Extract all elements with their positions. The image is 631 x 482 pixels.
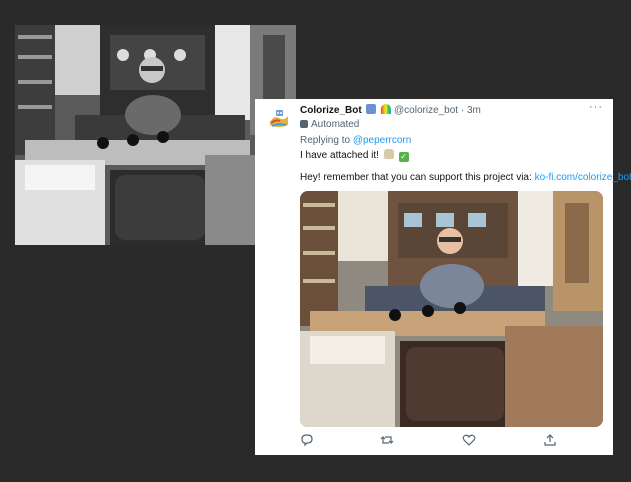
support-text: Hey! remember that you can support this … — [300, 172, 532, 183]
bot-avatar[interactable] — [266, 105, 292, 131]
reply-prefix: Replying to — [300, 135, 351, 146]
colorized-photo[interactable] — [300, 191, 603, 427]
reply-button[interactable] — [300, 433, 316, 449]
tweet-header: Colorize_Bot @colorize_bot · 3m ··· — [300, 101, 603, 118]
like-button[interactable] — [462, 433, 478, 449]
like-icon — [462, 434, 476, 446]
tweet-text-attached: I have attached it! — [300, 150, 379, 161]
rainbow-icon — [381, 104, 392, 114]
retweet-icon — [380, 436, 394, 444]
tweet-action-bar — [300, 433, 603, 449]
original-bw-photo — [15, 25, 296, 245]
robot-painter-icon — [266, 105, 292, 131]
kofi-link[interactable]: ko-fi.com/colorize_bot — [535, 172, 631, 183]
tweet-card: Colorize_Bot @colorize_bot · 3m ··· Auto… — [255, 99, 631, 455]
automated-label: Automated — [300, 119, 359, 130]
user-handle[interactable]: @colorize_bot — [394, 105, 458, 116]
tweet-text-line1: I have attached it! ✓ — [300, 149, 409, 162]
retweet-button[interactable] — [380, 433, 396, 449]
separator-dot: · — [460, 105, 465, 116]
praying-hands-icon — [383, 149, 394, 159]
display-name[interactable]: Colorize_Bot — [300, 105, 362, 116]
robot-icon — [300, 120, 308, 128]
reply-context: Replying to @peperrcorn — [300, 135, 411, 146]
building-icon — [366, 104, 377, 114]
share-button[interactable] — [543, 433, 559, 449]
timestamp[interactable]: 3m — [467, 105, 481, 116]
reply-icon — [301, 434, 313, 447]
more-options-button[interactable]: ··· — [589, 101, 603, 113]
automated-text: Automated — [311, 119, 360, 130]
reply-mention-link[interactable]: @peperrcorn — [353, 135, 412, 146]
check-mark-icon: ✓ — [398, 152, 409, 162]
tweet-text-line2: Hey! remember that you can support this … — [300, 172, 631, 183]
share-icon — [544, 434, 556, 446]
